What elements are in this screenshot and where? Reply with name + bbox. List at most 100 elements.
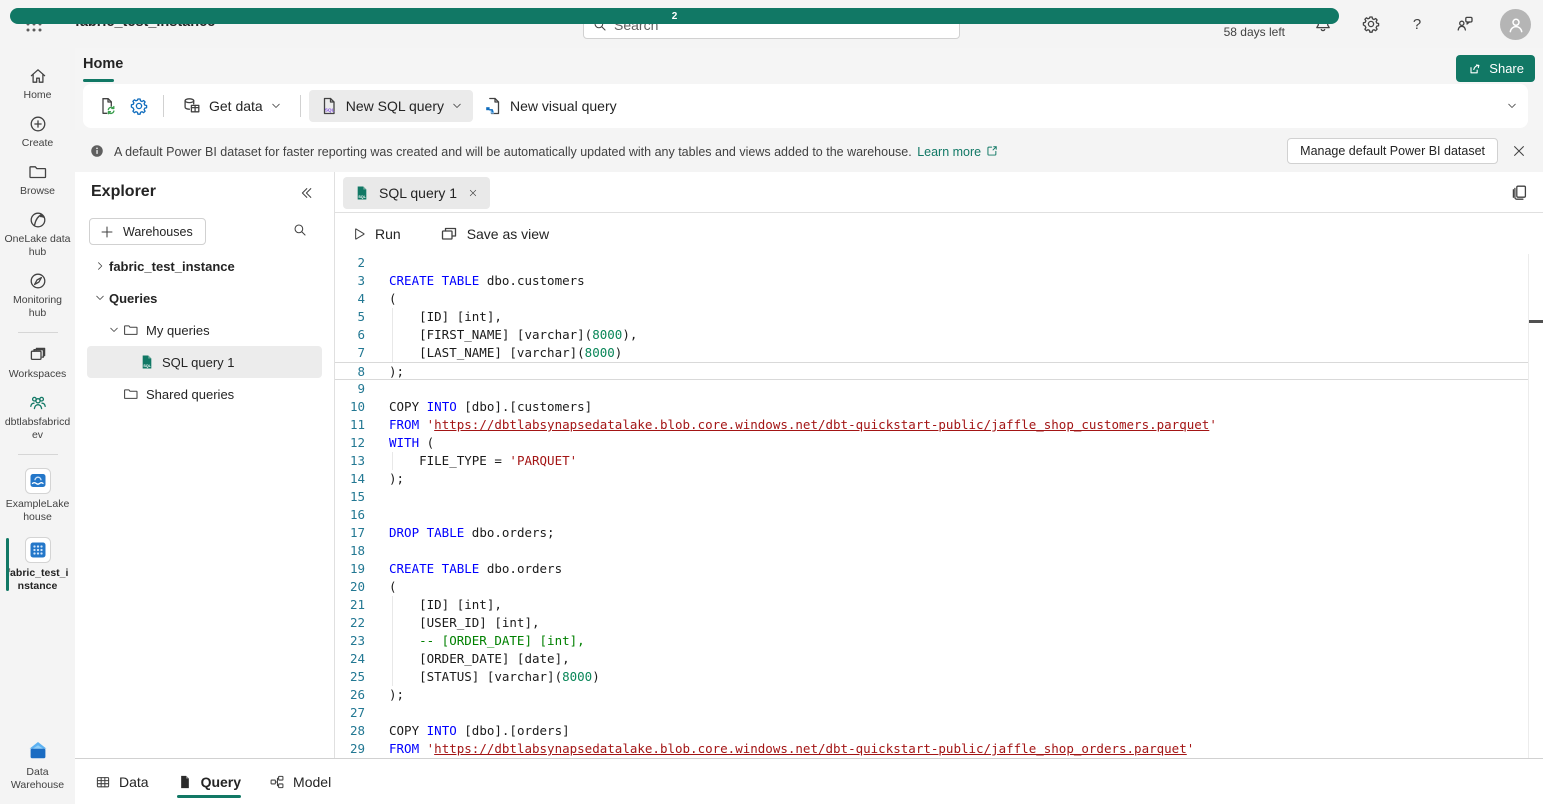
svg-text:SQL: SQL xyxy=(358,195,366,199)
manage-default-dataset-button[interactable]: Manage default Power BI dataset xyxy=(1287,138,1498,164)
rail-item-dbtlabsfabricdev[interactable]: dbtlabsfabricdev xyxy=(0,387,75,448)
rail-item-home[interactable]: Home xyxy=(0,60,75,108)
new-visual-query-button[interactable]: New visual query xyxy=(473,90,627,122)
chevron-right-icon[interactable] xyxy=(91,260,109,272)
monitoring-icon xyxy=(28,271,48,291)
get-data-button[interactable]: Get data xyxy=(172,90,292,122)
code-line-20[interactable]: 20( xyxy=(335,578,1528,596)
code-line-15[interactable]: 15 xyxy=(335,488,1528,506)
code-line-6[interactable]: 6 [FIRST_NAME] [varchar](8000), xyxy=(335,326,1528,344)
new-sql-query-button[interactable]: SQL New SQL query xyxy=(309,90,473,122)
share-button[interactable]: Share xyxy=(1456,55,1535,82)
save-as-view-label: Save as view xyxy=(467,226,549,242)
line-number: 16 xyxy=(335,506,365,524)
code-line-14[interactable]: 14); xyxy=(335,470,1528,488)
rail-item-examplelakehouse[interactable]: ExampleLakehouse xyxy=(0,461,75,530)
tree-item-label: fabric_test_instance xyxy=(109,259,235,274)
save-as-view-button[interactable]: Save as view xyxy=(433,220,555,248)
chevron-down-icon xyxy=(451,100,463,112)
view-tab-model[interactable]: Model xyxy=(269,759,331,804)
code-text: [ID] [int], xyxy=(365,308,502,326)
learn-more-link[interactable]: Learn more xyxy=(917,145,981,159)
ribbon-toolbar: Get data SQL New SQL query New visual qu… xyxy=(83,84,1528,128)
warehouse-settings-button[interactable] xyxy=(123,90,155,122)
rail-item-label: Monitoring hub xyxy=(5,294,71,320)
close-tab-icon[interactable] xyxy=(466,186,480,200)
tree-item-sql-query-1[interactable]: SQLSQL query 1 xyxy=(87,346,322,378)
collapse-panel-icon[interactable] xyxy=(298,185,314,201)
code-text xyxy=(365,380,389,398)
rail-item-browse[interactable]: Browse xyxy=(0,156,75,204)
tree-item-label: Shared queries xyxy=(146,387,234,402)
code-line-11[interactable]: 11FROM 'https://dbtlabsynapsedatalake.bl… xyxy=(335,416,1528,434)
sql-code-editor[interactable]: 23CREATE TABLE dbo.customers4(5 [ID] [in… xyxy=(335,254,1528,758)
refresh-document-button[interactable] xyxy=(91,90,123,122)
chevron-down-icon[interactable] xyxy=(105,324,123,336)
explorer-search-icon[interactable] xyxy=(292,222,308,238)
new-warehouse-button[interactable]: Warehouses xyxy=(89,218,206,245)
query-editor-region: SQL SQL query 1 Run Save as view 23CREAT… xyxy=(335,172,1543,758)
tree-item-fabric-test-instance[interactable]: fabric_test_instance xyxy=(87,250,322,282)
code-text xyxy=(365,488,389,506)
query-tab[interactable]: SQL SQL query 1 xyxy=(343,177,490,209)
code-line-9[interactable]: 9 xyxy=(335,380,1528,398)
code-line-23[interactable]: 23 -- [ORDER_DATE] [int], xyxy=(335,632,1528,650)
code-line-4[interactable]: 4( xyxy=(335,290,1528,308)
code-line-7[interactable]: 7 [LAST_NAME] [varchar](8000) xyxy=(335,344,1528,362)
code-line-17[interactable]: 17DROP TABLE dbo.orders; xyxy=(335,524,1528,542)
code-line-19[interactable]: 19CREATE TABLE dbo.orders xyxy=(335,560,1528,578)
code-line-28[interactable]: 28COPY INTO [dbo].[orders] xyxy=(335,722,1528,740)
chevron-down-icon[interactable] xyxy=(91,292,109,304)
rail-item-data-warehouse[interactable]: Data Warehouse xyxy=(0,733,75,798)
rail-item-onelake-data-hub[interactable]: OneLake data hub xyxy=(0,204,75,265)
code-text: ( xyxy=(365,578,397,596)
toolbar-overflow-chevron[interactable] xyxy=(1506,100,1518,112)
account-avatar[interactable] xyxy=(1500,9,1531,40)
editor-overview-ruler[interactable] xyxy=(1528,254,1543,758)
tree-item-shared-queries[interactable]: Shared queries xyxy=(87,378,322,410)
line-number: 5 xyxy=(335,308,365,326)
code-line-25[interactable]: 25 [STATUS] [varchar](8000) xyxy=(335,668,1528,686)
tree-item-my-queries[interactable]: My queries xyxy=(87,314,322,346)
active-tab-underline xyxy=(83,79,114,82)
code-text: COPY INTO [dbo].[customers] xyxy=(365,398,592,416)
toolbar-divider xyxy=(300,95,301,117)
run-label: Run xyxy=(375,226,401,242)
code-line-12[interactable]: 12WITH ( xyxy=(335,434,1528,452)
rail-item-fabric-test-instance[interactable]: fabric_test_instance xyxy=(0,530,75,599)
copy-icon[interactable] xyxy=(1510,183,1530,203)
code-line-8[interactable]: 8); xyxy=(335,362,1528,380)
tree-item-queries[interactable]: Queries xyxy=(87,282,322,314)
view-tab-query[interactable]: Query xyxy=(177,759,241,804)
code-line-24[interactable]: 24 [ORDER_DATE] [date], xyxy=(335,650,1528,668)
rail-item-workspaces[interactable]: Workspaces xyxy=(0,339,75,387)
code-line-21[interactable]: 21 [ID] [int], xyxy=(335,596,1528,614)
code-line-22[interactable]: 22 [USER_ID] [int], xyxy=(335,614,1528,632)
code-line-29[interactable]: 29FROM 'https://dbtlabsynapsedatalake.bl… xyxy=(335,740,1528,758)
banner-message: A default Power BI dataset for faster re… xyxy=(114,144,999,159)
feedback-button[interactable] xyxy=(1455,14,1475,34)
code-line-27[interactable]: 27 xyxy=(335,704,1528,722)
code-line-18[interactable]: 18 xyxy=(335,542,1528,560)
code-line-5[interactable]: 5 [ID] [int], xyxy=(335,308,1528,326)
rail-item-create[interactable]: Create xyxy=(0,108,75,156)
query-tab-strip: SQL SQL query 1 xyxy=(335,172,1543,213)
settings-button[interactable] xyxy=(1361,14,1381,34)
view-tab-data[interactable]: Data xyxy=(95,759,149,804)
rail-item-label: Home xyxy=(5,89,71,102)
people-icon xyxy=(28,393,48,413)
code-line-16[interactable]: 16 xyxy=(335,506,1528,524)
code-line-10[interactable]: 10COPY INTO [dbo].[customers] xyxy=(335,398,1528,416)
tree-item-label: Queries xyxy=(109,291,157,306)
code-line-3[interactable]: 3CREATE TABLE dbo.customers xyxy=(335,272,1528,290)
code-line-26[interactable]: 26); xyxy=(335,686,1528,704)
share-icon xyxy=(1467,61,1483,77)
chevron-down-icon xyxy=(270,100,282,112)
banner-close-icon[interactable] xyxy=(1511,143,1527,159)
run-button[interactable]: Run xyxy=(345,222,407,246)
code-line-13[interactable]: 13 FILE_TYPE = 'PARQUET' xyxy=(335,452,1528,470)
ribbon-tab-home[interactable]: Home xyxy=(83,56,123,72)
rail-item-monitoring-hub[interactable]: Monitoring hub xyxy=(0,265,75,326)
code-line-2[interactable]: 2 xyxy=(335,254,1528,272)
help-button[interactable]: ? xyxy=(1407,14,1427,34)
